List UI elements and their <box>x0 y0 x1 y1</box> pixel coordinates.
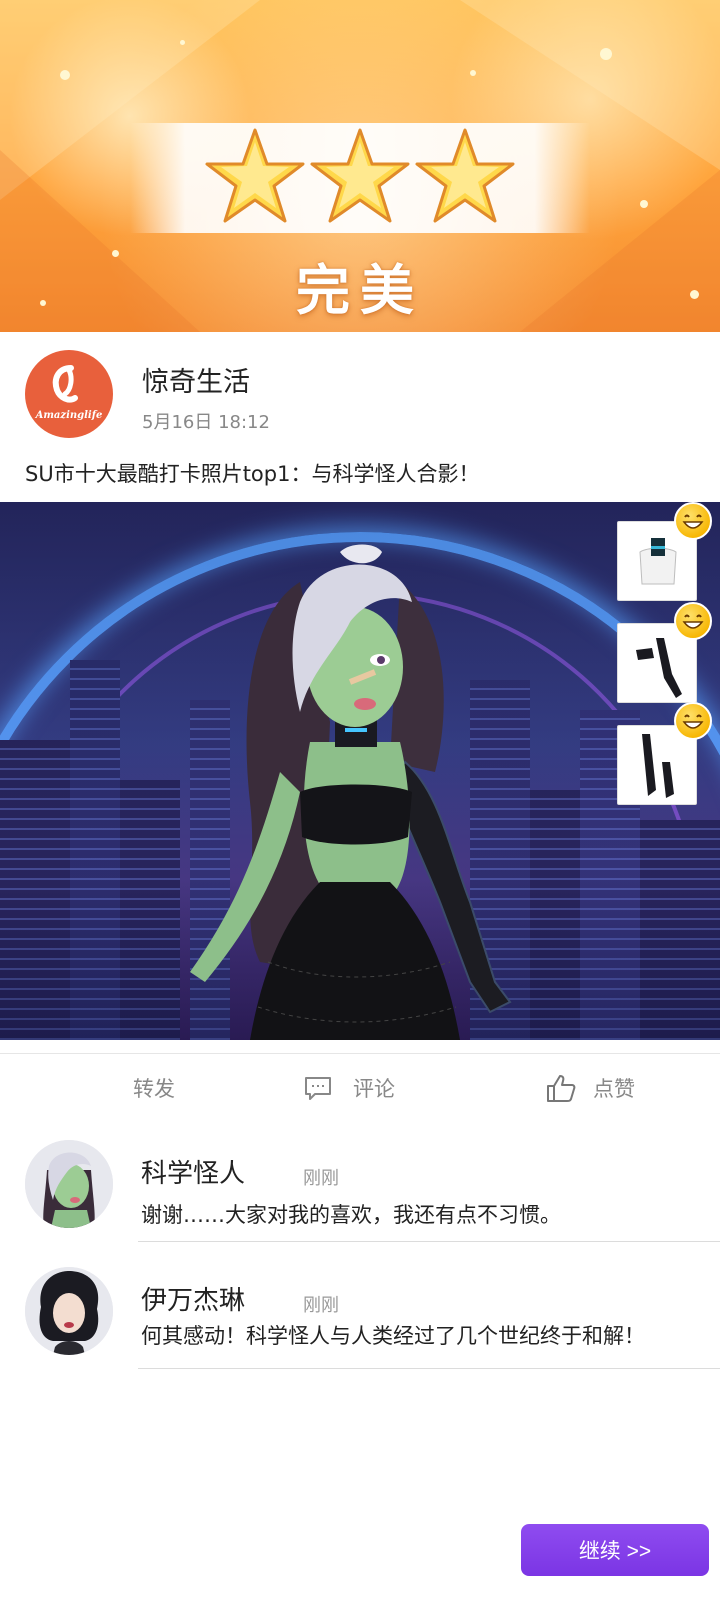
commenter-avatar[interactable] <box>25 1140 113 1228</box>
science-monster-character <box>190 544 512 1040</box>
result-banner: 完美 <box>0 0 720 332</box>
grin-emoji-icon <box>674 502 712 540</box>
post-photo <box>0 502 720 1040</box>
post-avatar[interactable]: Amazinglife <box>25 350 113 438</box>
commenter-avatar[interactable] <box>25 1267 113 1355</box>
comment-divider <box>138 1241 720 1242</box>
grade-title: 完美 <box>296 259 424 322</box>
post-text: SU市十大最酷打卡照片top1：与科学怪人合影！ <box>25 462 480 486</box>
post-timestamp: 5月16日 18:12 <box>142 412 270 433</box>
evangeline-avatar-icon <box>25 1267 113 1355</box>
share-button[interactable]: 转发 <box>133 1068 175 1108</box>
logo-brand-text: Amazinglife <box>35 410 103 421</box>
comment-label: 评论 <box>353 1077 395 1101</box>
comment-button[interactable]: 评论 <box>303 1068 395 1108</box>
star-rating <box>205 126 515 226</box>
like-label: 点赞 <box>593 1077 635 1101</box>
science-monster-avatar-icon <box>25 1140 113 1228</box>
commenter-name: 伊万杰琳 <box>141 1286 246 1316</box>
comment-text: 何其感动！科学怪人与人类经过了几个世纪终于和解！ <box>141 1324 645 1348</box>
like-button[interactable]: 点赞 <box>545 1068 635 1108</box>
comment-icon <box>305 1077 331 1100</box>
thumbs-up-icon <box>547 1075 576 1102</box>
star-icon <box>415 128 515 223</box>
amazinglife-logo-icon <box>52 365 78 403</box>
continue-button[interactable]: 继续 >> <box>521 1524 709 1576</box>
share-label: 转发 <box>133 1077 175 1101</box>
grin-emoji-icon <box>674 602 712 640</box>
commenter-name: 科学怪人 <box>141 1159 246 1189</box>
comment-time: 刚刚 <box>303 1168 339 1189</box>
grin-emoji-icon <box>674 702 712 740</box>
comment-time: 刚刚 <box>303 1295 339 1316</box>
comment-divider <box>138 1368 720 1369</box>
comment-text: 谢谢……大家对我的喜欢，我还有点不习惯。 <box>141 1203 561 1227</box>
star-icon <box>310 128 410 223</box>
divider <box>0 1053 720 1054</box>
star-icon <box>205 128 305 223</box>
post-author: 惊奇生活 <box>142 367 250 398</box>
